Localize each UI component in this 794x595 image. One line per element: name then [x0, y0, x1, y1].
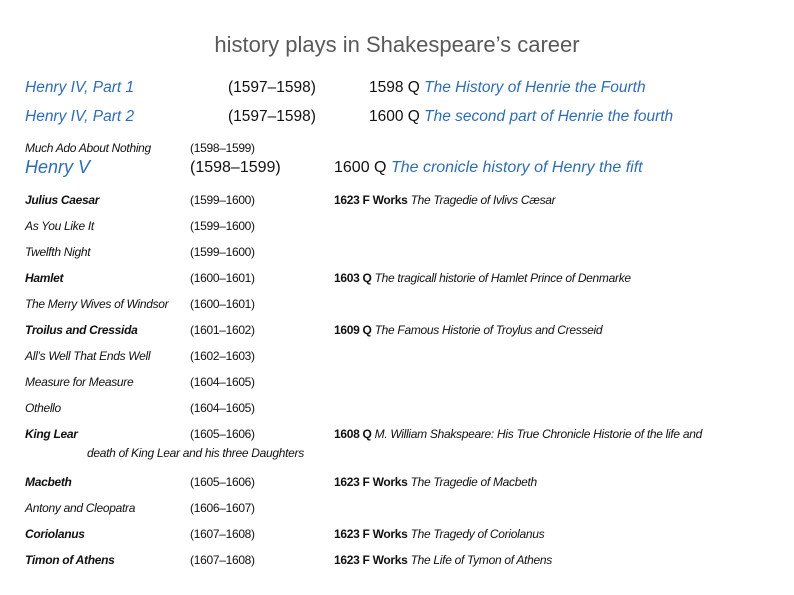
- play-years: (1606–1607): [190, 501, 255, 515]
- play-title: Antony and Cleopatra: [25, 501, 136, 515]
- source-title: The second part of Henrie the fourth: [424, 108, 674, 125]
- source-title: The History of Henrie the Fourth: [424, 79, 646, 96]
- play-row: Julius Caesar (1599–1600) 1623 F Works The…: [0, 189, 794, 211]
- play-row: Twelfth Night (1599–1600): [0, 241, 794, 263]
- play-title: Twelfth Night: [25, 245, 91, 259]
- play-row: Timon of Athens (1607–1608) 1623 F Works T…: [0, 549, 794, 571]
- play-row: Othello (1604–1605): [0, 397, 794, 419]
- source-title: The Tragedy of Coriolanus: [410, 527, 545, 541]
- play-title: Hamlet: [25, 271, 64, 285]
- play-years: (1602–1603): [190, 349, 255, 363]
- first-edition-source: 1603 Q The tragicall historie of Hamlet …: [334, 271, 631, 285]
- play-row: King Lear (1605–1606) 1608 Q M. William Sh…: [0, 423, 794, 445]
- play-title: Henry IV, Part 2: [25, 108, 135, 125]
- play-row: The Merry Wives of Windsor (1600–1601): [0, 293, 794, 315]
- play-years: (1600–1601): [190, 271, 255, 285]
- play-years: (1604–1605): [190, 375, 255, 389]
- first-edition-source: 1623 F Works The Tragedy of Coriolanus: [334, 527, 545, 541]
- play-years: (1601–1602): [190, 323, 255, 337]
- first-edition-source: 1598 Q The History of Henrie the Fourth: [369, 79, 646, 97]
- play-title: Julius Caesar: [25, 193, 100, 207]
- source-edition: 1609 Q: [334, 323, 372, 337]
- source-edition: 1608 Q: [334, 427, 372, 441]
- play-row: Henry V (1598–1599) 1600 Q The cronicle hi…: [0, 157, 794, 181]
- play-years: (1598–1599): [190, 159, 281, 176]
- play-years: (1604–1605): [190, 401, 255, 415]
- play-years: (1599–1600): [190, 193, 255, 207]
- source-edition: 1603 Q: [334, 271, 372, 285]
- play-title: Henry IV, Part 1: [25, 79, 135, 96]
- slide-title: history plays in Shakespeare’s career: [214, 32, 580, 57]
- source-title: The tragicall historie of Hamlet Prince …: [374, 271, 631, 285]
- source-edition: 1623 F Works: [334, 475, 408, 489]
- first-edition-source: 1600 Q The second part of Henrie the fou…: [369, 108, 673, 126]
- play-row: Much Ado About Nothing (1598–1599): [0, 137, 794, 159]
- play-title: King Lear: [25, 427, 78, 441]
- play-title: Henry V: [25, 157, 91, 177]
- play-title: Othello: [25, 401, 61, 415]
- play-row: Henry IV, Part 2 (1597–1598) 1600 Q The se…: [0, 108, 794, 130]
- play-row: As You Like It (1599–1600): [0, 215, 794, 237]
- source-edition: 1600 Q: [369, 108, 420, 125]
- play-years: (1607–1608): [190, 553, 255, 567]
- play-row: Antony and Cleopatra (1606–1607): [0, 497, 794, 519]
- play-row: Hamlet (1600–1601) 1603 Q The tragicall hi…: [0, 267, 794, 289]
- play-title: The Merry Wives of Windsor: [25, 297, 169, 311]
- source-title: The cronicle history of Henry the fift: [390, 159, 643, 176]
- play-years: (1598–1599): [190, 141, 255, 155]
- source-title: M. William Shakspeare: His True Chronicl…: [374, 427, 703, 441]
- play-years: (1607–1608): [190, 527, 255, 541]
- play-title: Much Ado About Nothing: [25, 141, 151, 155]
- play-years: (1599–1600): [190, 219, 255, 233]
- play-title: Troilus and Cressida: [25, 323, 138, 337]
- play-title: Macbeth: [25, 475, 72, 489]
- source-edition: 1623 F Works: [334, 553, 408, 567]
- play-row: Measure for Measure (1604–1605): [0, 371, 794, 393]
- play-years: (1605–1606): [190, 475, 255, 489]
- source-edition: 1598 Q: [369, 79, 420, 96]
- play-years: (1597–1598): [228, 79, 316, 96]
- play-row: Macbeth (1605–1606) 1623 F Works The Trage…: [0, 471, 794, 493]
- first-edition-source: 1623 F Works The Life of Tymon of Athens: [334, 553, 552, 567]
- king-lear-source-continuation: death of King Lear and his three Daughte…: [87, 446, 304, 460]
- play-title: Timon of Athens: [25, 553, 115, 567]
- play-title: As You Like It: [25, 219, 94, 233]
- play-years: (1605–1606): [190, 427, 255, 441]
- source-title: The Life of Tymon of Athens: [410, 553, 553, 567]
- source-title: The Tragedie of Ivlivs Cæsar: [410, 193, 556, 207]
- first-edition-source: 1600 Q The cronicle history of Henry the…: [334, 159, 643, 177]
- play-years: (1600–1601): [190, 297, 255, 311]
- source-title: The Tragedie of Macbeth: [410, 475, 538, 489]
- first-edition-source: 1623 F Works The Tragedie of Macbeth: [334, 475, 537, 489]
- first-edition-source: 1608 Q M. William Shakspeare: His True C…: [334, 427, 702, 441]
- play-row: Coriolanus (1607–1608) 1623 F Works The Tr…: [0, 523, 794, 545]
- first-edition-source: 1623 F Works The Tragedie of Ivlivs Cæsa…: [334, 193, 556, 207]
- first-edition-source: 1609 Q The Famous Historie of Troylus an…: [334, 323, 603, 337]
- source-title: The Famous Historie of Troylus and Cress…: [374, 323, 603, 337]
- play-row: Troilus and Cressida (1601–1602) 1609 Q Th…: [0, 319, 794, 341]
- play-title: Coriolanus: [25, 527, 85, 541]
- play-row: Henry IV, Part 1 (1597–1598) 1598 Q The Hi…: [0, 79, 794, 101]
- play-title: All’s Well That Ends Well: [25, 349, 151, 363]
- source-edition: 1600 Q: [334, 159, 387, 176]
- play-years: (1599–1600): [190, 245, 255, 259]
- source-edition: 1623 F Works: [334, 527, 408, 541]
- play-title: Measure for Measure: [25, 375, 134, 389]
- play-row: All’s Well That Ends Well (1602–1603): [0, 345, 794, 367]
- play-years: (1597–1598): [228, 108, 316, 125]
- source-edition: 1623 F Works: [334, 193, 408, 207]
